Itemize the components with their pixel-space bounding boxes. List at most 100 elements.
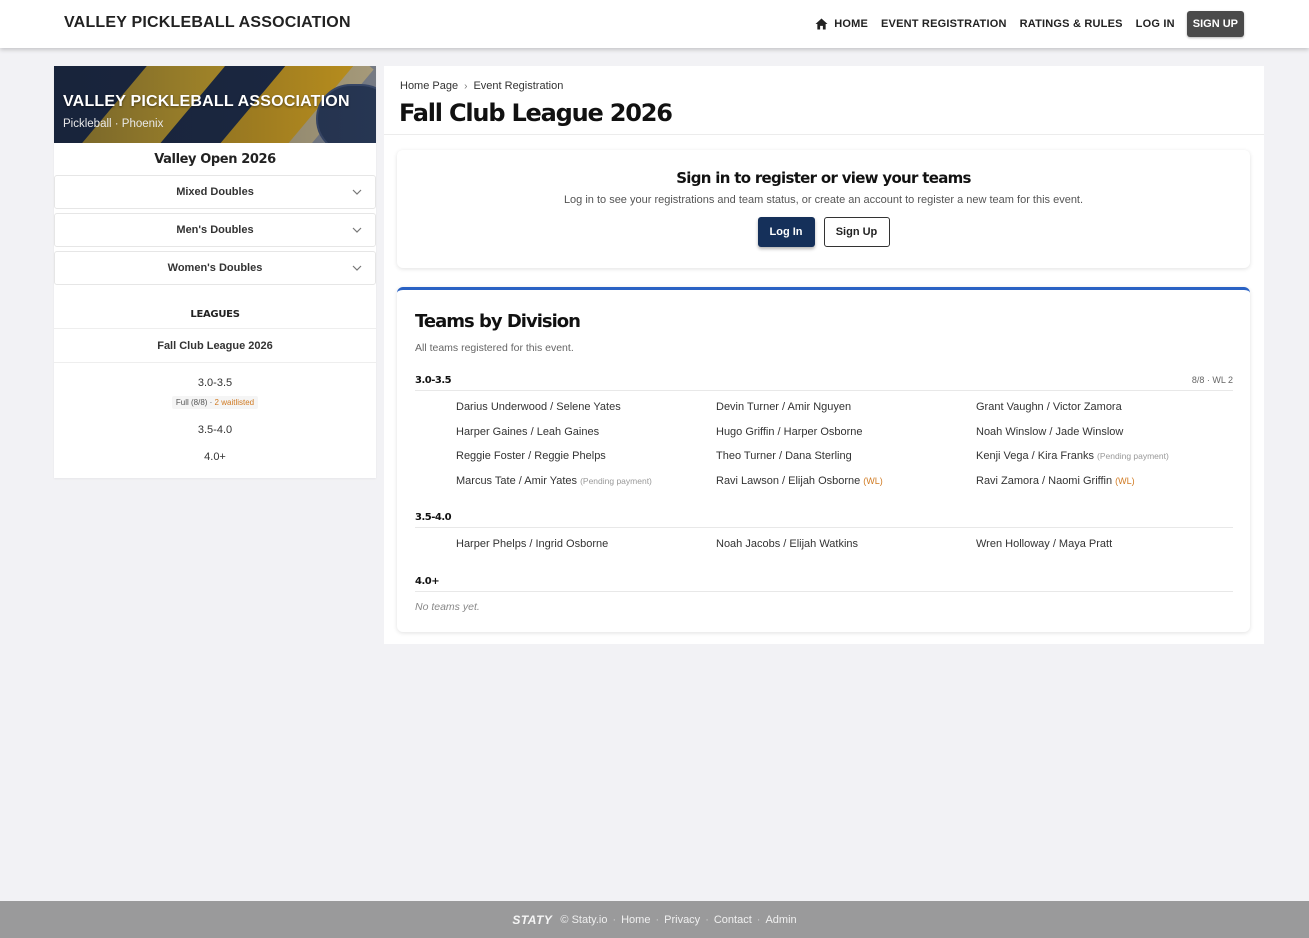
event-name: Valley Open 2026 xyxy=(154,152,276,167)
signup-button[interactable]: Sign Up xyxy=(823,217,890,247)
accordion-mens-doubles[interactable]: Men's Doubles xyxy=(54,213,376,247)
teams-title: Teams by Division xyxy=(415,311,581,332)
accordion-label: Mixed Doubles xyxy=(176,186,254,198)
team-entry: Grant Vaughn / Victor Zamora xyxy=(976,395,1236,420)
team-name: Harper Gaines / Leah Gaines xyxy=(456,425,600,438)
team-entry: Harper Gaines / Leah Gaines xyxy=(456,420,716,445)
chevron-down-icon xyxy=(352,189,362,195)
team-entry: Noah Winslow / Jade Winslow xyxy=(976,420,1236,445)
banner-subtitle: Pickleball · Phoenix xyxy=(63,118,164,130)
team-name: Theo Turner / Dana Sterling xyxy=(716,450,852,462)
team-entry: Noah Jacobs / Elijah Watkins xyxy=(716,532,976,557)
team-name: Ravi Zamora / Naomi Griffin xyxy=(976,474,1113,487)
team-name: Ravi Lawson / Elijah Osborne xyxy=(716,474,861,487)
footer: STATY © Staty.io · Home · Privacy · Cont… xyxy=(0,901,1309,938)
footer-copyright: © Staty.io xyxy=(560,913,608,926)
division-section: 3.5-4.0 Harper Phelps / Ingrid Osborne N… xyxy=(415,512,1233,557)
breadcrumb-current[interactable]: Event Registration xyxy=(473,80,563,92)
team-name: Wren Holloway / Maya Pratt xyxy=(976,538,1113,550)
waitlist-note: (WL) xyxy=(863,475,883,486)
team-name: Hugo Griffin / Harper Osborne xyxy=(716,425,863,438)
team-name: Grant Vaughn / Victor Zamora xyxy=(976,401,1122,413)
footer-separator: · xyxy=(655,913,660,926)
banner-title: VALLEY PICKLEBALL ASSOCIATION xyxy=(63,93,350,110)
division-link-3-5-4-0[interactable]: 3.5-4.0 xyxy=(54,410,376,436)
status-waitlist: 2 waitlisted xyxy=(214,398,255,407)
nav-ratings-rules[interactable]: RATINGS & RULES xyxy=(1020,18,1123,30)
footer-link-admin[interactable]: Admin xyxy=(765,914,796,926)
team-entry: Wren Holloway / Maya Pratt xyxy=(976,532,1236,557)
status-sep: · xyxy=(207,398,215,407)
pending-payment-note: (Pending payment) xyxy=(580,475,652,486)
page-title: Fall Club League 2026 xyxy=(399,99,673,127)
event-banner: VALLEY PICKLEBALL ASSOCIATION Pickleball… xyxy=(54,66,376,143)
top-navbar: VALLEY PICKLEBALL ASSOCIATION HOME EVENT… xyxy=(0,0,1309,48)
nav-login[interactable]: LOG IN xyxy=(1136,18,1175,30)
sidebar: VALLEY PICKLEBALL ASSOCIATION Pickleball… xyxy=(54,66,376,478)
footer-separator: · xyxy=(705,913,709,926)
division-link-3-0-3-5[interactable]: 3.0-3.5 xyxy=(54,363,376,389)
chevron-down-icon xyxy=(352,227,362,233)
league-link[interactable]: Fall Club League 2026 xyxy=(54,329,376,363)
signin-title: Sign in to register or view your teams xyxy=(676,169,971,187)
signin-description: Log in to see your registrations and tea… xyxy=(563,194,1084,206)
team-name: Noah Jacobs / Elijah Watkins xyxy=(716,538,859,550)
signin-actions: Log In Sign Up xyxy=(397,217,1250,247)
main-nav: HOME EVENT REGISTRATION RATINGS & RULES … xyxy=(802,10,1244,38)
footer-link-home[interactable]: Home xyxy=(621,914,650,926)
chevron-down-icon xyxy=(352,265,362,271)
accordion-womens-doubles[interactable]: Women's Doubles xyxy=(54,251,376,285)
login-button[interactable]: Log In xyxy=(757,217,815,247)
divider xyxy=(384,134,1264,135)
team-entry: Harper Phelps / Ingrid Osborne xyxy=(456,532,716,557)
status-badge: Full (8/8) · 2 waitlisted xyxy=(171,396,259,409)
division-header: 3.5-4.0 xyxy=(415,512,1233,528)
teams-by-division-card: Teams by Division All teams registered f… xyxy=(397,287,1250,632)
site-brand[interactable]: VALLEY PICKLEBALL ASSOCIATION xyxy=(64,14,351,32)
division-name: 3.0-3.5 xyxy=(415,375,452,386)
footer-link-privacy[interactable]: Privacy xyxy=(664,914,700,926)
division-name: 3.5-4.0 xyxy=(415,512,452,523)
division-header: 3.0-3.5 8/8 · WL 2 xyxy=(415,375,1233,391)
main-content: Home Page › Event Registration Fall Club… xyxy=(384,66,1264,644)
team-entry: Ravi Lawson / Elijah Osborne (WL) xyxy=(716,469,976,494)
division-section: 3.0-3.5 8/8 · WL 2 Darius Underwood / Se… xyxy=(415,375,1233,493)
team-name: Marcus Tate / Amir Yates xyxy=(456,474,578,487)
breadcrumb-home[interactable]: Home Page xyxy=(400,80,458,92)
leagues-heading: LEAGUES xyxy=(54,289,376,329)
division-name: 4.0+ xyxy=(415,576,440,587)
nav-event-registration[interactable]: EVENT REGISTRATION xyxy=(881,18,1007,30)
team-entry: Devin Turner / Amir Nguyen xyxy=(716,395,976,420)
team-name: Noah Winslow / Jade Winslow xyxy=(976,425,1124,438)
team-entry: Darius Underwood / Selene Yates xyxy=(456,395,716,420)
division-link-4-0-plus[interactable]: 4.0+ xyxy=(54,436,376,463)
team-name: Reggie Foster / Reggie Phelps xyxy=(456,450,606,462)
footer-separator: · xyxy=(756,913,761,926)
team-name: Kenji Vega / Kira Franks xyxy=(976,450,1095,462)
team-entry: Theo Turner / Dana Sterling xyxy=(716,444,976,469)
waitlist-note: (WL) xyxy=(1115,475,1135,486)
accordion-label: Women's Doubles xyxy=(167,262,263,274)
division-status: Full (8/8) · 2 waitlisted xyxy=(54,392,376,410)
accordion-mixed-doubles[interactable]: Mixed Doubles xyxy=(54,175,376,209)
team-entry: Ravi Zamora / Naomi Griffin (WL) xyxy=(976,469,1236,494)
team-name: Darius Underwood / Selene Yates xyxy=(456,401,621,413)
accordion-label: Men's Doubles xyxy=(176,224,254,236)
division-header: 4.0+ xyxy=(415,576,1233,592)
nav-home[interactable]: HOME xyxy=(815,18,868,30)
team-grid: Harper Phelps / Ingrid Osborne Noah Jaco… xyxy=(415,528,1233,557)
signin-card: Sign in to register or view your teams L… xyxy=(397,150,1250,268)
home-icon xyxy=(815,18,828,30)
team-entry: Reggie Foster / Reggie Phelps xyxy=(456,444,716,469)
nav-signup-button[interactable]: SIGN UP xyxy=(1186,11,1244,37)
team-name: Harper Phelps / Ingrid Osborne xyxy=(456,538,609,550)
staty-logo[interactable]: STATY xyxy=(512,913,552,927)
team-entry: Kenji Vega / Kira Franks (Pending payment… xyxy=(976,444,1236,469)
division-count: 8/8 · WL 2 xyxy=(1191,375,1233,385)
team-entry: Hugo Griffin / Harper Osborne xyxy=(716,420,976,445)
status-full: Full (8/8) xyxy=(175,398,208,407)
footer-link-contact[interactable]: Contact xyxy=(714,914,752,926)
division-section: 4.0+ No teams yet. xyxy=(415,576,1233,613)
team-entry: Marcus Tate / Amir Yates (Pending payment… xyxy=(456,469,716,494)
teams-subtitle: All teams registered for this event. xyxy=(415,342,574,354)
